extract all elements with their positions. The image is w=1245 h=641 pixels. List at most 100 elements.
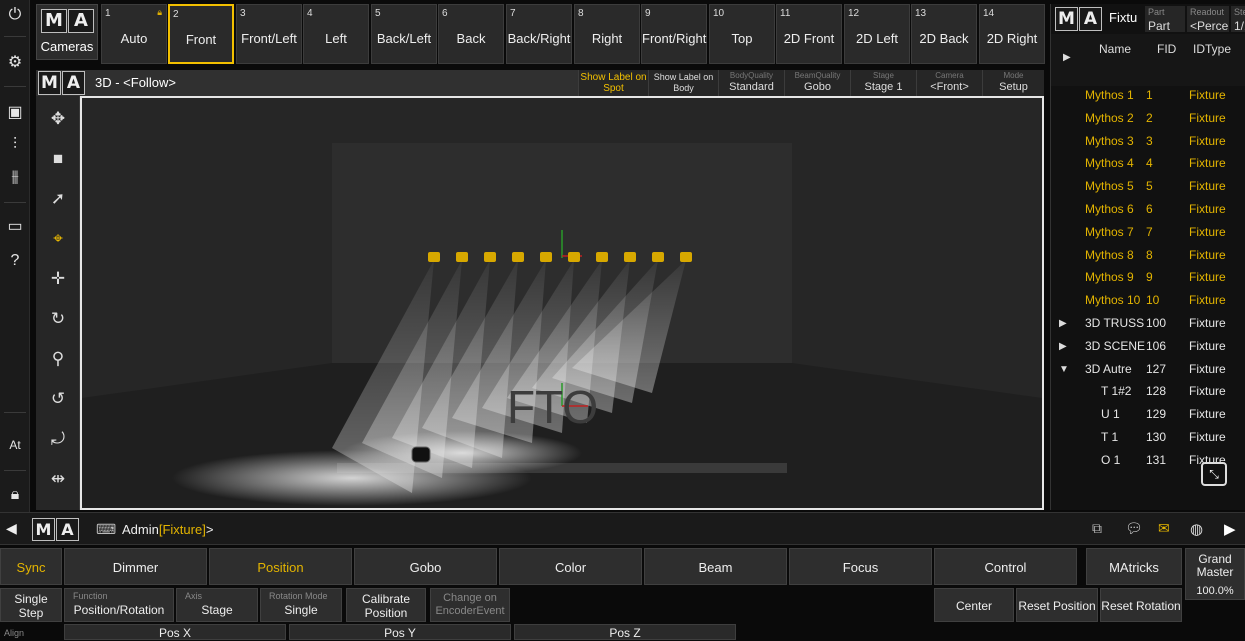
camera-button-11[interactable]: 11 2D Front: [776, 4, 842, 64]
preset-beam-button[interactable]: Beam: [644, 548, 787, 585]
preset-gobo-button[interactable]: Gobo: [354, 548, 497, 585]
globe-icon[interactable]: ◍: [1190, 520, 1203, 538]
store-icon[interactable]: ▣: [0, 102, 30, 124]
beam-quality-select[interactable]: BeamQuality Gobo: [784, 70, 850, 96]
preset-focus-button[interactable]: Focus: [789, 548, 932, 585]
back-arrow-icon[interactable]: ◀: [6, 520, 17, 537]
encoder-pos-x[interactable]: Pos X: [64, 624, 286, 640]
matricks-button[interactable]: MAtricks: [1086, 548, 1182, 585]
reset-position-button[interactable]: Reset Position: [1016, 588, 1098, 622]
table-row[interactable]: Mythos 6 6 Fixture: [1051, 198, 1245, 221]
calibrate-position-button[interactable]: Calibrate Position: [346, 588, 426, 622]
table-row[interactable]: Mythos 7 7 Fixture: [1051, 221, 1245, 244]
cell-fid: 106: [1146, 338, 1167, 353]
command-line-input[interactable]: Admin[Fixture]>: [122, 522, 213, 537]
change-on-encoder-button[interactable]: Change on EncoderEvent: [430, 588, 510, 622]
reset-rotation-button[interactable]: Reset Rotation: [1100, 588, 1182, 622]
keyboard-icon[interactable]: ⌨: [96, 521, 116, 538]
column-name[interactable]: Name: [1099, 42, 1131, 56]
move-cross-icon[interactable]: ✥: [36, 100, 80, 138]
faders-icon[interactable]: ⫶: [0, 134, 30, 156]
screen-icon[interactable]: ▭: [0, 216, 30, 238]
camera-button-1[interactable]: 1 Auto 🔒︎: [101, 4, 167, 64]
table-row[interactable]: Mythos 1 1 Fixture: [1051, 84, 1245, 107]
lock-icon[interactable]: 🔒︎: [0, 484, 30, 506]
rotation-mode-select[interactable]: Rotation Mode Single: [260, 588, 342, 622]
rotate-icon[interactable]: ↻: [36, 300, 80, 338]
camera-button-10[interactable]: 10 Top: [709, 4, 775, 64]
expand-icon[interactable]: ▶: [1059, 335, 1067, 358]
pointer-icon[interactable]: ➚: [36, 180, 80, 218]
camera-button-9[interactable]: 9 Front/Right: [641, 4, 707, 64]
play-arrow-icon[interactable]: ▶: [1224, 520, 1236, 538]
fader-settings-icon[interactable]: ⫵: [0, 166, 30, 188]
expand-view-icon[interactable]: ⤡: [1201, 462, 1227, 486]
column-fid[interactable]: FID: [1157, 42, 1176, 56]
preset-dimmer-button[interactable]: Dimmer: [64, 548, 207, 585]
help-icon[interactable]: ?: [0, 250, 30, 272]
camera-icon[interactable]: ■: [36, 140, 80, 178]
camera-button-2[interactable]: 2 Front: [168, 4, 234, 64]
table-row[interactable]: ▼ 3D Autre 127 Fixture: [1051, 358, 1245, 381]
stage-select[interactable]: Stage Stage 1: [850, 70, 916, 96]
camera-button-14[interactable]: 14 2D Right: [979, 4, 1045, 64]
axis-select[interactable]: Axis Stage: [176, 588, 258, 622]
at-button[interactable]: At: [0, 434, 30, 456]
table-row[interactable]: Mythos 9 9 Fixture: [1051, 266, 1245, 289]
encoder-pos-y[interactable]: Pos Y: [289, 624, 511, 640]
network-icon[interactable]: ⧉: [1092, 520, 1102, 537]
readout-setting[interactable]: Readout <Perce: [1187, 6, 1229, 33]
chat-icon[interactable]: 💬︎: [1125, 520, 1143, 537]
sync-button[interactable]: Sync: [0, 548, 62, 585]
gear-icon[interactable]: ⚙: [0, 52, 30, 74]
grand-master[interactable]: Grand Master 100.0%: [1185, 548, 1245, 600]
body-quality-select[interactable]: BodyQuality Standard: [718, 70, 784, 96]
table-row[interactable]: Mythos 10 10 Fixture: [1051, 289, 1245, 312]
camera-button-5[interactable]: 5 Back/Left: [371, 4, 437, 64]
preset-color-button[interactable]: Color: [499, 548, 642, 585]
orbit-icon[interactable]: ↺: [36, 380, 80, 418]
table-row[interactable]: T 1 130 Fixture: [1051, 426, 1245, 449]
table-row[interactable]: Mythos 2 2 Fixture: [1051, 107, 1245, 130]
table-row[interactable]: ▶ 3D TRUSS 100 Fixture: [1051, 312, 1245, 335]
step-setting[interactable]: Step 1/1: [1231, 6, 1245, 33]
mode-select[interactable]: Mode Setup: [982, 70, 1044, 96]
expand-all-icon[interactable]: ▶: [1063, 52, 1071, 63]
mail-icon[interactable]: ✉: [1158, 520, 1170, 537]
cameras-pool-header[interactable]: M A Cameras: [36, 4, 98, 60]
expand-icon[interactable]: ▶: [1059, 312, 1067, 335]
table-row[interactable]: Mythos 8 8 Fixture: [1051, 244, 1245, 267]
part-setting[interactable]: Part Part: [1145, 6, 1185, 33]
preset-control-button[interactable]: Control: [934, 548, 1077, 585]
camera-button-3[interactable]: 3 Front/Left: [236, 4, 302, 64]
crosshair-icon[interactable]: ⌖: [36, 220, 80, 258]
function-select[interactable]: Function Position/Rotation: [64, 588, 174, 622]
table-row[interactable]: Mythos 3 3 Fixture: [1051, 130, 1245, 153]
table-row[interactable]: Mythos 4 4 Fixture: [1051, 152, 1245, 175]
zoom-icon[interactable]: ⚲: [36, 340, 80, 378]
camera-button-4[interactable]: 4 Left: [303, 4, 369, 64]
table-row[interactable]: Mythos 5 5 Fixture: [1051, 175, 1245, 198]
camera-button-7[interactable]: 7 Back/Right: [506, 4, 572, 64]
single-step-button[interactable]: Single Step: [0, 588, 62, 622]
3d-viewport[interactable]: FTO: [80, 96, 1044, 510]
collapse-icon[interactable]: ▼: [1059, 358, 1069, 381]
power-icon[interactable]: ⏻: [0, 4, 30, 26]
camera-button-6[interactable]: 6 Back: [438, 4, 504, 64]
table-row[interactable]: U 1 129 Fixture: [1051, 403, 1245, 426]
table-row[interactable]: T 1#2 128 Fixture: [1051, 380, 1245, 403]
camera-select[interactable]: Camera <Front>: [916, 70, 982, 96]
camera-button-13[interactable]: 13 2D Back: [911, 4, 977, 64]
move-arrows-icon[interactable]: ⇹: [36, 460, 80, 498]
show-label-spot-button[interactable]: Show Label on Spot: [578, 70, 648, 96]
encoder-pos-z[interactable]: Pos Z: [514, 624, 736, 640]
camera-button-12[interactable]: 12 2D Left: [844, 4, 910, 64]
center-button[interactable]: Center: [934, 588, 1014, 622]
preset-position-button[interactable]: Position: [209, 548, 352, 585]
pan-icon[interactable]: ✛: [36, 260, 80, 298]
column-idtype[interactable]: IDType: [1193, 42, 1231, 56]
table-row[interactable]: ▶ 3D SCENE 106 Fixture: [1051, 335, 1245, 358]
camera-button-8[interactable]: 8 Right: [574, 4, 640, 64]
show-label-body-button[interactable]: Show Label on Body: [648, 70, 718, 96]
rotate-gesture-icon[interactable]: ⤾: [36, 420, 80, 458]
